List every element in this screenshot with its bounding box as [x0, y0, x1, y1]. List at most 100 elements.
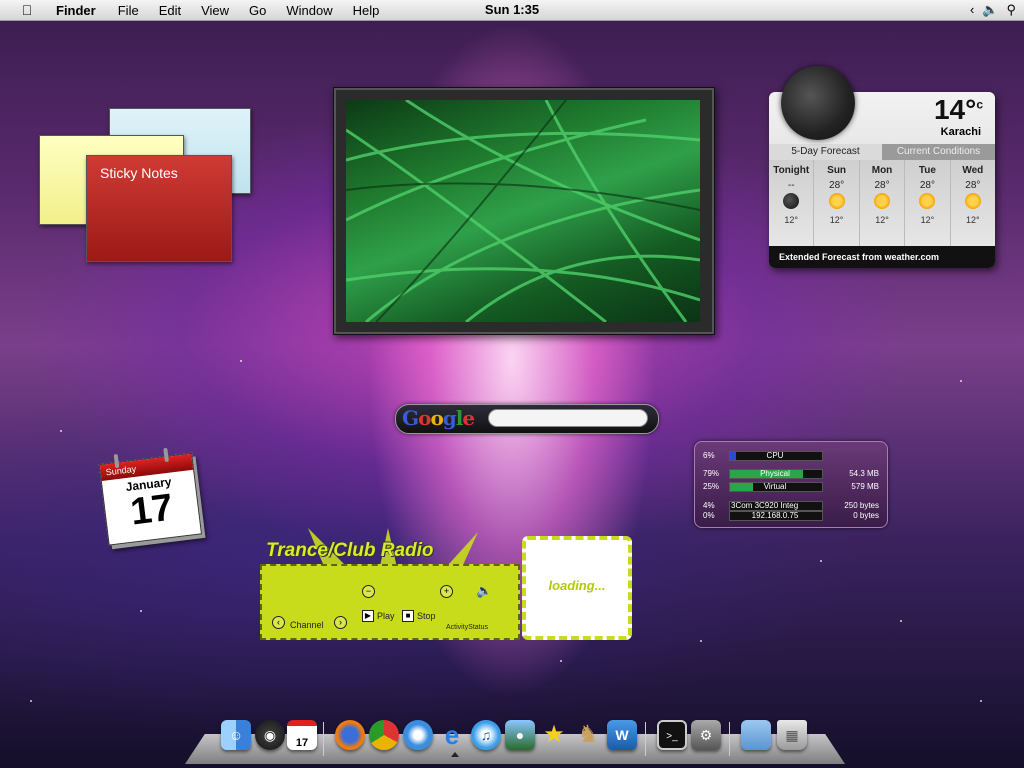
sticky-note-red[interactable]: Sticky Notes — [86, 155, 232, 262]
day-low: 12° — [966, 215, 980, 225]
channel-prev-button[interactable]: ‹ — [272, 616, 285, 629]
menu-file[interactable]: File — [108, 3, 149, 18]
trance-club-radio-widget: Trance/Club Radio ‹ Channel › − + 🔈 ▶ Pl… — [258, 528, 632, 640]
physical-value: 54.3 MB — [849, 469, 879, 478]
firefox-icon[interactable] — [335, 720, 365, 750]
system-prefs-icon[interactable]: ⚙ — [691, 720, 721, 750]
virtual-memory-row: 25% Virtual 579 MB — [695, 482, 887, 492]
ical-icon[interactable]: 17 — [287, 720, 317, 750]
forecast-day: Tue 28° 12° — [905, 160, 951, 246]
dock-separator — [323, 722, 324, 756]
radio-control-panel: ‹ Channel › − + 🔈 ▶ Play ■ Stop Activity… — [260, 564, 520, 640]
volume-icon[interactable]: 🔈 — [982, 2, 998, 18]
cpu-percent: 6% — [703, 451, 715, 460]
channel-label: Channel — [290, 620, 324, 630]
tab-current-conditions[interactable]: Current Conditions — [882, 144, 995, 160]
network-in-row: 4% 3Com 3C920 Integ 250 bytes — [695, 501, 887, 511]
itunes-icon[interactable]: ♫ — [471, 720, 501, 750]
virtual-percent: 25% — [703, 482, 720, 491]
forecast-days: Tonight -- 12° Sun 28° 12° Mon 28° 12° T… — [769, 160, 995, 246]
play-button[interactable]: ▶ — [362, 610, 374, 622]
menu-clock[interactable]: Sun 1:35 — [485, 2, 539, 17]
stop-button[interactable]: ■ — [402, 610, 414, 622]
channel-next-button[interactable]: › — [334, 616, 347, 629]
day-high: 28° — [829, 180, 845, 191]
weather-temperature: 14°c — [934, 94, 983, 126]
sun-icon — [919, 193, 936, 209]
activity-status-label: ActivityStatus — [446, 624, 489, 631]
forecast-day: Sun 28° 12° — [814, 160, 860, 246]
forecast-day: Mon 28° 12° — [860, 160, 906, 246]
stop-label: Stop — [417, 611, 436, 621]
sun-icon — [964, 193, 981, 209]
calendar-ring-icon — [163, 447, 169, 463]
menu-extras: ‹ 🔈 ⚲ — [970, 2, 1016, 18]
forecast-day: Wed 28° 12° — [951, 160, 995, 246]
sticky-note-title: Sticky Notes — [100, 165, 178, 181]
google-search-input[interactable] — [488, 409, 648, 427]
sun-icon — [828, 193, 845, 209]
radio-display: loading... — [522, 536, 632, 640]
input-menu-icon[interactable]: ‹ — [970, 2, 974, 18]
sun-icon — [874, 193, 891, 209]
net-out-value: 0 bytes — [853, 511, 879, 520]
calendar-ring-icon — [113, 453, 120, 469]
cpu-row: 6% CPU — [695, 451, 887, 461]
word-icon[interactable]: W — [607, 720, 637, 750]
iphoto-icon[interactable]: ● — [505, 720, 535, 750]
day-name: Mon — [871, 165, 893, 176]
menu-help[interactable]: Help — [343, 3, 390, 18]
chess-icon[interactable]: ♞ — [573, 720, 603, 750]
menu-app-finder[interactable]: Finder — [40, 3, 108, 18]
day-high: 28° — [919, 180, 935, 191]
google-logo: Google — [402, 406, 475, 430]
finder-icon[interactable]: ☺ — [221, 720, 251, 750]
menu-go[interactable]: Go — [239, 3, 276, 18]
picture-frame-widget[interactable] — [333, 87, 715, 335]
forecast-day: Tonight -- 12° — [769, 160, 815, 246]
trash-icon[interactable]: ▦ — [777, 720, 807, 750]
temperature-value: 14° — [933, 94, 977, 125]
volume-down-button[interactable]: − — [362, 585, 375, 598]
menu-view[interactable]: View — [191, 3, 239, 18]
physical-memory-row: 79% Physical 54.3 MB — [695, 469, 887, 479]
dock: ☺ ◉ 17 ✦ e ♫ ● ★ ♞ W >_ ⚙ ▦ — [185, 718, 845, 764]
weather-city: Karachi — [940, 126, 981, 138]
day-name: Tue — [918, 165, 936, 176]
day-low: 12° — [784, 215, 799, 225]
grass-photo — [346, 100, 700, 322]
apple-icon[interactable]:  — [14, 2, 40, 18]
network-out-row: 0% 192.168.0.75 0 bytes — [695, 511, 887, 521]
imovie-icon[interactable]: ★ — [539, 720, 569, 750]
day-low: 12° — [875, 215, 889, 225]
day-name: Tonight — [773, 165, 810, 176]
net-in-label: 3Com 3C920 Integ — [731, 501, 799, 510]
virtual-value: 579 MB — [851, 482, 879, 491]
calendar-widget[interactable]: Sunday January 17 — [98, 444, 206, 547]
net-out-label: 192.168.0.75 — [751, 511, 799, 520]
day-high: 28° — [874, 180, 890, 191]
volume-up-button[interactable]: + — [440, 585, 453, 598]
menu-edit[interactable]: Edit — [149, 3, 191, 18]
net-in-percent: 4% — [703, 501, 715, 510]
grass-blades-image — [346, 100, 700, 322]
menu-window[interactable]: Window — [276, 3, 342, 18]
dashboard-icon[interactable]: ◉ — [255, 720, 285, 750]
physical-percent: 79% — [703, 469, 720, 478]
folder-icon[interactable] — [741, 720, 771, 750]
ie-icon[interactable]: e — [437, 720, 467, 750]
terminal-icon[interactable]: >_ — [657, 720, 687, 750]
safari-icon[interactable]: ✦ — [403, 720, 433, 750]
spotlight-search-icon[interactable]: ⚲ — [1006, 2, 1016, 18]
day-high: -- — [787, 180, 795, 191]
day-low: 12° — [920, 215, 935, 225]
moon-icon — [783, 193, 800, 209]
chrome-icon[interactable] — [369, 720, 399, 750]
speaker-icon[interactable]: 🔈 — [476, 583, 492, 599]
day-name: Wed — [962, 165, 984, 176]
cpu-label: CPU — [766, 451, 784, 460]
system-monitor-widget[interactable]: 6% CPU 79% Physical 54.3 MB 25% Virtual … — [694, 441, 888, 528]
tab-5-day-forecast[interactable]: 5-Day Forecast — [769, 144, 882, 160]
dock-icons: ☺ ◉ 17 ✦ e ♫ ● ★ ♞ W >_ ⚙ ▦ — [217, 718, 827, 756]
weather-footer-link[interactable]: Extended Forecast from weather.com — [769, 246, 995, 268]
